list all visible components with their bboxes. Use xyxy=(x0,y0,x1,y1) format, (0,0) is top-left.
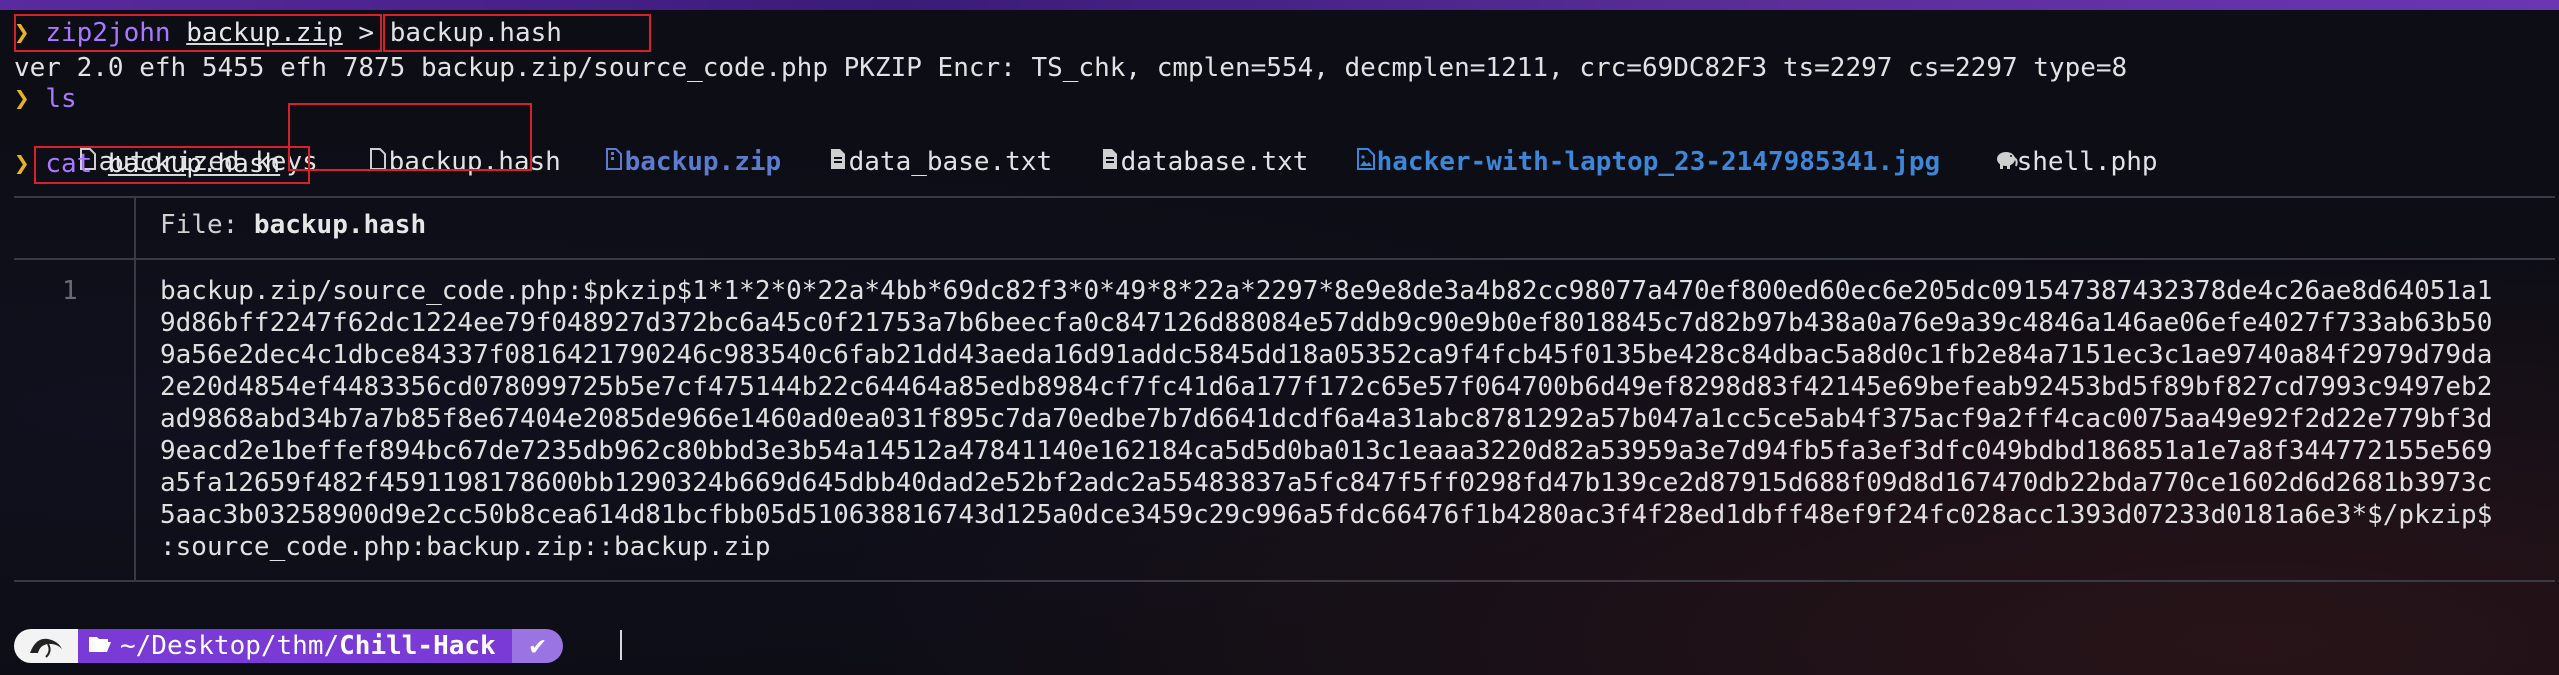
highlight-box-backup-hash xyxy=(288,103,532,171)
text-file-icon xyxy=(1099,146,1121,178)
image-icon xyxy=(1355,146,1377,178)
text-cursor[interactable] xyxy=(620,630,622,660)
cwd-segment: ~/Desktop/thm/Chill-Hack xyxy=(78,629,512,663)
hash-line: ad9868abd34b7a7b85f8e67404e2085de966e146… xyxy=(160,404,2493,434)
bat-divider-top xyxy=(14,196,2555,198)
check-icon: ✔ xyxy=(529,631,546,661)
hash-line: 9eacd2e1beffef894bc67de7235db962c80bbd3e… xyxy=(160,436,2493,466)
command-line-ls: ❯ ls xyxy=(14,83,77,115)
folder-open-icon xyxy=(88,631,112,661)
bat-file-label: File: xyxy=(160,210,254,240)
bat-file-header: File: backup.hash xyxy=(160,209,426,241)
text-file-icon xyxy=(827,146,849,178)
php-elephant-icon xyxy=(1995,146,2018,178)
hash-line: 2e20d4854ef4483356cd078099725b5e7cf47514… xyxy=(160,372,2493,402)
hash-line: a5fa12659f482f4591198178600bb1290324b669… xyxy=(160,468,2493,498)
hash-line: :source_code.php:backup.zip::backup.zip xyxy=(160,532,771,562)
terminal[interactable]: ❯ zip2john backup.zip > backup.hash ver … xyxy=(0,0,2559,675)
hash-line: backup.zip/source_code.php:$pkzip$1*1*2*… xyxy=(160,276,2493,306)
zip-icon xyxy=(603,146,625,178)
status-ok-segment: ✔ xyxy=(511,629,564,663)
cwd-dir: Chill-Hack xyxy=(339,631,496,661)
prompt-arrow: ❯ xyxy=(14,84,30,114)
bat-divider-bottom xyxy=(14,580,2555,582)
hash-line: 9a56e2dec4c1dbce84337f0816421790246c9835… xyxy=(160,340,2493,370)
highlight-box-zip2john xyxy=(14,14,382,52)
cwd-prefix: ~/Desktop/thm/ xyxy=(120,631,340,661)
hash-line: 9d86bff2247f62dc1224ee79f048927d372bc6a4… xyxy=(160,308,2493,338)
kali-dragon-icon xyxy=(14,629,78,663)
bat-output: File: backup.hash 1 backup.zip/source_co… xyxy=(14,196,2555,582)
hash-line: 5aac3b03258900d9e2cc50b8cea614d81bcfbb05… xyxy=(160,500,2493,530)
bat-line-number: 1 xyxy=(62,276,78,306)
bat-file-name: backup.hash xyxy=(253,210,427,240)
prompt-arrow: ❯ xyxy=(14,149,30,179)
hash-content: backup.zip/source_code.php:$pkzip$1*1*2*… xyxy=(160,275,2559,563)
bat-divider-header xyxy=(14,258,2555,260)
prompt-statusbar: ~/Desktop/thm/Chill-Hack ✔ xyxy=(14,629,564,663)
highlight-box-output-file xyxy=(383,14,651,52)
command-name: ls xyxy=(45,84,77,114)
zip2john-output: ver 2.0 efh 5455 efh 7875 backup.zip/sou… xyxy=(14,53,2128,83)
highlight-box-cat xyxy=(34,146,310,184)
bat-gutter-divider xyxy=(134,196,136,580)
